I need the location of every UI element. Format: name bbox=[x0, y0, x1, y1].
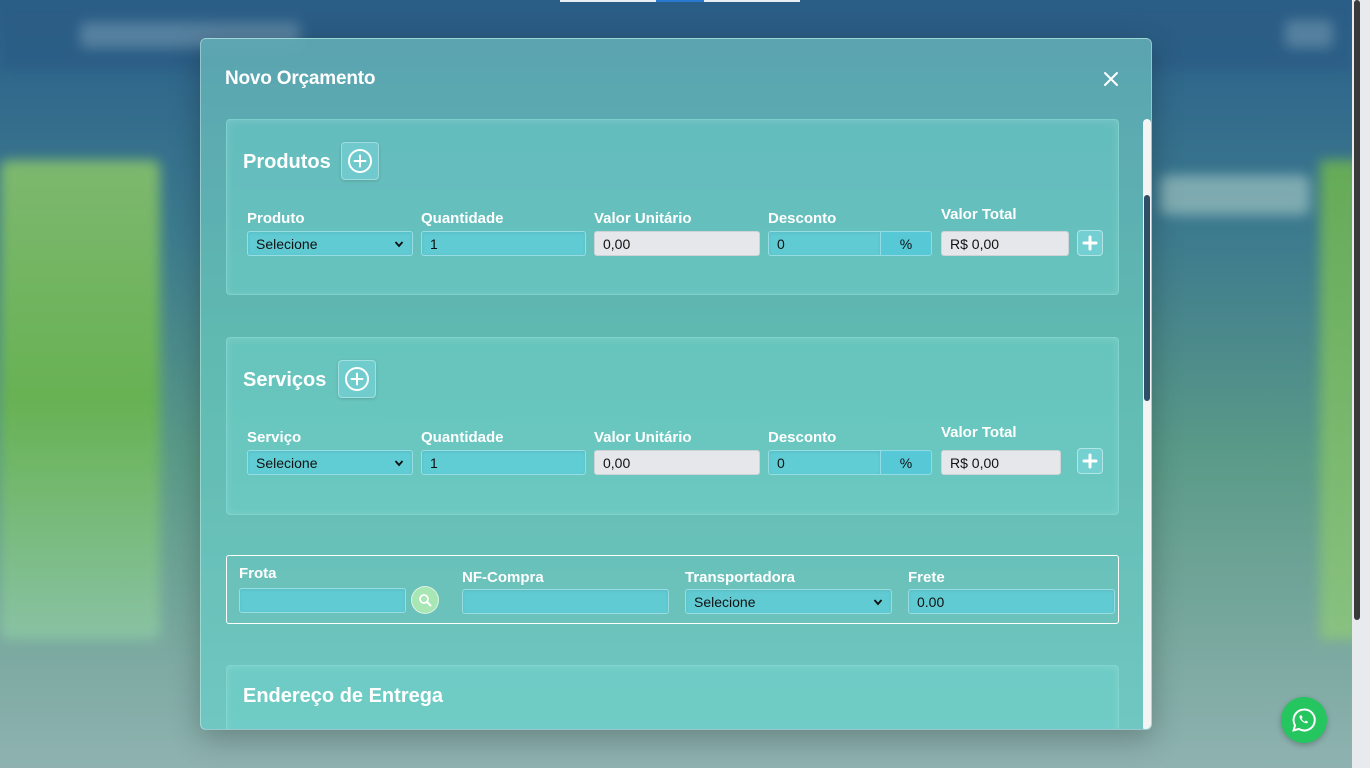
background-user-menu bbox=[1285, 20, 1333, 48]
product-discount-label: Desconto bbox=[768, 210, 837, 227]
whatsapp-icon bbox=[1292, 708, 1316, 732]
carrier-select-value: Selecione bbox=[694, 593, 756, 610]
product-unit-value-label: Valor Unitário bbox=[594, 210, 692, 227]
fleet-search-button[interactable] bbox=[411, 586, 439, 614]
add-service-button[interactable] bbox=[338, 360, 376, 398]
services-panel: Serviços Serviço Quantidade Valor Unitár… bbox=[226, 337, 1119, 515]
products-title: Produtos bbox=[243, 151, 331, 173]
service-select[interactable]: Selecione bbox=[247, 450, 413, 475]
service-unit-value-input[interactable]: 0,00 bbox=[594, 450, 760, 475]
carrier-label: Transportadora bbox=[685, 569, 796, 586]
product-label: Produto bbox=[247, 210, 305, 227]
page-scrollbar[interactable] bbox=[1352, 0, 1370, 768]
close-button[interactable] bbox=[1099, 67, 1123, 91]
close-icon bbox=[1104, 72, 1118, 86]
page-scrollbar-thumb[interactable] bbox=[1354, 0, 1360, 620]
service-total-input: R$ 0,00 bbox=[941, 450, 1061, 475]
background-right-widget bbox=[1160, 175, 1310, 215]
add-product-row-button[interactable] bbox=[1077, 230, 1103, 256]
product-unit-value-input[interactable]: 0,00 bbox=[594, 231, 760, 256]
product-select-value: Selecione bbox=[256, 235, 318, 252]
plus-icon bbox=[1082, 235, 1098, 251]
new-quote-modal: Novo Orçamento Produtos Produto Quantida… bbox=[200, 38, 1152, 730]
product-quantity-input[interactable]: 1 bbox=[421, 231, 586, 256]
service-discount-input[interactable]: 0 bbox=[768, 450, 881, 475]
product-discount-input[interactable]: 0 bbox=[768, 231, 881, 256]
chevron-down-icon bbox=[394, 240, 404, 247]
service-total-label: Valor Total bbox=[941, 424, 1017, 441]
product-total-label: Valor Total bbox=[941, 206, 1017, 223]
freight-input[interactable]: 0.00 bbox=[908, 589, 1115, 614]
service-discount-label: Desconto bbox=[768, 429, 837, 446]
whatsapp-button[interactable] bbox=[1281, 697, 1327, 743]
background-active-tab bbox=[656, 0, 704, 2]
service-quantity-label: Quantidade bbox=[421, 429, 504, 446]
modal-scrollbar-thumb[interactable] bbox=[1144, 195, 1150, 401]
search-icon bbox=[419, 594, 432, 607]
chevron-down-icon bbox=[873, 598, 883, 605]
fleet-input[interactable] bbox=[239, 588, 406, 613]
invoice-input[interactable] bbox=[462, 589, 669, 614]
add-service-row-button[interactable] bbox=[1077, 448, 1103, 474]
chevron-down-icon bbox=[394, 459, 404, 466]
product-total-input: R$ 0,00 bbox=[941, 231, 1069, 256]
background-tabs bbox=[560, 0, 800, 2]
delivery-address-panel: Endereço de Entrega bbox=[226, 665, 1119, 729]
carrier-select[interactable]: Selecione bbox=[685, 589, 892, 614]
service-quantity-input[interactable]: 1 bbox=[421, 450, 586, 475]
add-product-button[interactable] bbox=[341, 142, 379, 180]
freight-label: Frete bbox=[908, 569, 945, 586]
delivery-address-title: Endereço de Entrega bbox=[243, 685, 444, 707]
modal-scrollbar[interactable] bbox=[1143, 119, 1151, 729]
service-unit-value-label: Valor Unitário bbox=[594, 429, 692, 446]
product-quantity-label: Quantidade bbox=[421, 210, 504, 227]
service-discount-percent-addon: % bbox=[880, 450, 932, 475]
fleet-label: Frota bbox=[239, 565, 277, 582]
plus-icon bbox=[1082, 453, 1098, 469]
product-discount-percent-addon: % bbox=[880, 231, 932, 256]
modal-title: Novo Orçamento bbox=[225, 68, 376, 89]
background-left-card bbox=[0, 160, 160, 640]
product-select[interactable]: Selecione bbox=[247, 231, 413, 256]
service-select-value: Selecione bbox=[256, 454, 318, 471]
invoice-label: NF-Compra bbox=[462, 569, 544, 586]
plus-circle-icon bbox=[348, 149, 372, 173]
services-title: Serviços bbox=[243, 369, 327, 391]
products-panel: Produtos Produto Quantidade Valor Unitár… bbox=[226, 119, 1119, 295]
plus-circle-icon bbox=[345, 367, 369, 391]
service-label: Serviço bbox=[247, 429, 302, 446]
shipping-box: Frota NF-Compra Transportadora Selecione… bbox=[226, 555, 1119, 624]
